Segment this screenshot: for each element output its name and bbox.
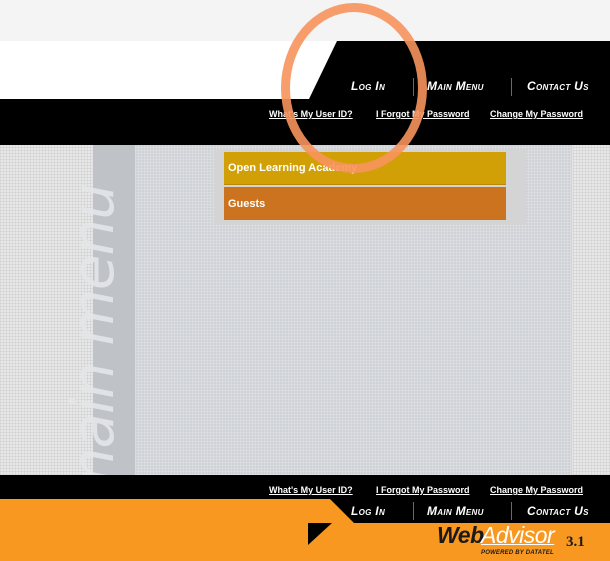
webadvisor-logo-web: Web [437, 522, 484, 548]
nav-contact-us[interactable]: Contact Us [527, 79, 589, 93]
nav-separator [413, 78, 414, 96]
link-change-password[interactable]: Change My Password [490, 109, 583, 119]
footer-nav-main-menu[interactable]: Main Menu [427, 504, 484, 518]
menu-list: Open Learning Academy Guests [214, 150, 526, 225]
header-utility-bar [0, 99, 610, 145]
main-content-area: main menu Open Learning Academy Guests [0, 145, 610, 504]
footer-link-change-password[interactable]: Change My Password [490, 485, 583, 495]
nav-main-menu[interactable]: Main Menu [427, 79, 484, 93]
main-menu-vertical-title: main menu [59, 183, 127, 504]
footer-link-whats-my-user-id[interactable]: What's My User ID? [269, 485, 353, 495]
webadvisor-page: Log In Main Menu Contact Us What's My Us… [0, 0, 610, 561]
menu-item-open-learning-academy[interactable]: Open Learning Academy [224, 152, 506, 185]
footer-link-forgot-password[interactable]: I Forgot My Password [376, 485, 470, 495]
footer-orange-wedge [0, 499, 354, 523]
link-forgot-password[interactable]: I Forgot My Password [376, 109, 470, 119]
link-whats-my-user-id[interactable]: What's My User ID? [269, 109, 353, 119]
nav-separator [413, 502, 414, 520]
webadvisor-logo-powered-by: POWERED BY DATATEL [481, 550, 554, 556]
footer-nav-log-in[interactable]: Log In [351, 504, 385, 518]
nav-log-in[interactable]: Log In [351, 79, 385, 93]
footer-nav-contact-us[interactable]: Contact Us [527, 504, 589, 518]
webadvisor-logo-advisor: Advisor [481, 522, 555, 548]
webadvisor-logo-version: 3.1 [566, 534, 585, 550]
nav-separator [511, 502, 512, 520]
nav-separator [511, 78, 512, 96]
menu-item-guests[interactable]: Guests [224, 187, 506, 220]
